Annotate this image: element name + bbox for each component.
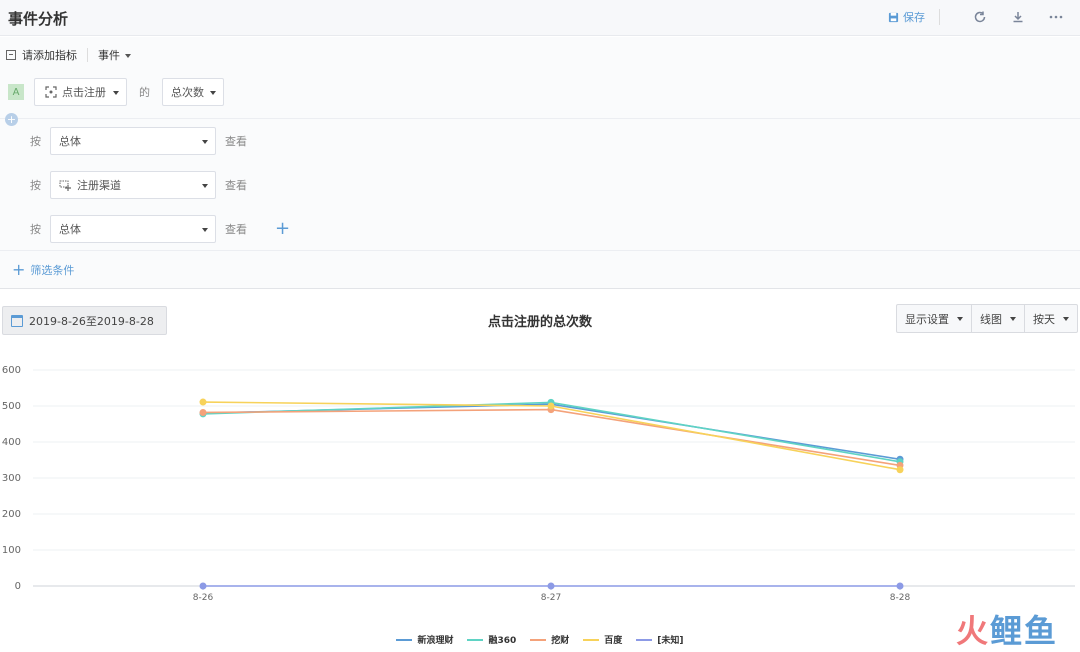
legend-item[interactable]: 融360 bbox=[467, 633, 516, 646]
data-point bbox=[199, 582, 207, 590]
legend-swatch bbox=[396, 638, 413, 641]
group-row-2: 按 注册渠道 查看 bbox=[30, 171, 247, 199]
caret-down-icon bbox=[125, 54, 131, 58]
legend-label: [未知] bbox=[657, 636, 684, 646]
x-tick-label: 8-27 bbox=[541, 593, 561, 603]
group-select-3[interactable]: 总体 bbox=[50, 215, 216, 243]
legend-label: 融360 bbox=[488, 636, 517, 646]
data-point bbox=[547, 582, 555, 590]
group-select-1[interactable]: 总体 bbox=[50, 127, 216, 155]
floppy-icon bbox=[888, 12, 899, 22]
caret-down-icon bbox=[113, 91, 119, 95]
caret-down-icon bbox=[957, 316, 963, 321]
granularity-dropdown[interactable]: 按天 bbox=[1024, 305, 1077, 332]
legend-label: 挖财 bbox=[551, 636, 570, 646]
more-icon[interactable] bbox=[1044, 8, 1068, 26]
chart-type-dropdown[interactable]: 线图 bbox=[971, 305, 1024, 332]
legend-item[interactable]: [未知] bbox=[636, 633, 684, 646]
group-row-1: 按 总体 查看 bbox=[30, 127, 247, 155]
download-icon[interactable] bbox=[1006, 8, 1030, 26]
chart-legend: 新浪理财 融360 挖财 百度 [未知] bbox=[0, 633, 1080, 646]
data-point bbox=[547, 402, 555, 410]
series-line bbox=[202, 408, 901, 467]
data-point bbox=[199, 408, 207, 416]
page-title: 事件分析 bbox=[8, 10, 69, 28]
de-label: 的 bbox=[139, 86, 150, 99]
data-point bbox=[199, 398, 207, 406]
legend-swatch bbox=[636, 638, 653, 641]
legend-label: 新浪理财 bbox=[417, 636, 454, 646]
line-chart: 0 100 200 300 400 500 600 8-26 8-27 8-28 bbox=[2, 365, 1075, 603]
event-icon bbox=[45, 86, 57, 98]
data-point bbox=[896, 582, 904, 590]
collapse-icon[interactable] bbox=[6, 50, 16, 60]
plus-icon: + bbox=[12, 260, 26, 279]
add-group-plus-icon[interactable]: + bbox=[275, 220, 290, 238]
y-tick-label: 0 bbox=[15, 581, 21, 592]
y-tick-label: 600 bbox=[2, 365, 21, 376]
legend-swatch bbox=[583, 638, 600, 641]
legend-label: 百度 bbox=[604, 636, 623, 646]
y-tick-label: 200 bbox=[2, 509, 21, 520]
divider bbox=[87, 48, 88, 62]
caret-down-icon bbox=[1063, 316, 1069, 321]
caret-down-icon bbox=[1010, 316, 1016, 321]
add-metric-plus-icon[interactable]: + bbox=[5, 113, 18, 126]
legend-item[interactable]: 百度 bbox=[583, 633, 622, 646]
metric-type-dropdown[interactable]: 事件 bbox=[98, 47, 131, 63]
legend-item[interactable]: 挖财 bbox=[530, 633, 569, 646]
group-select-2[interactable]: 注册渠道 bbox=[50, 171, 216, 199]
y-tick-label: 500 bbox=[2, 401, 21, 412]
caret-down-icon bbox=[202, 184, 208, 188]
legend-item[interactable]: 新浪理财 bbox=[396, 633, 453, 646]
refresh-icon[interactable] bbox=[968, 8, 992, 26]
caret-down-icon bbox=[202, 228, 208, 232]
y-tick-label: 300 bbox=[2, 473, 21, 484]
add-metric-label[interactable]: 请添加指标 bbox=[22, 47, 77, 63]
caret-down-icon bbox=[202, 140, 208, 144]
y-tick-label: 100 bbox=[2, 545, 21, 556]
save-label: 保存 bbox=[903, 11, 925, 24]
chart-options: 显示设置 线图 按天 bbox=[896, 304, 1078, 333]
legend-swatch bbox=[530, 638, 547, 641]
x-tick-label: 8-26 bbox=[193, 593, 214, 603]
toolbar-actions: 保存 bbox=[888, 8, 1068, 26]
display-settings-dropdown[interactable]: 显示设置 bbox=[897, 305, 971, 332]
data-point bbox=[896, 466, 904, 474]
y-tick-label: 400 bbox=[2, 437, 21, 448]
event-select[interactable]: 点击注册 bbox=[34, 78, 127, 106]
group-row-3: 按 总体 查看 + bbox=[30, 215, 290, 243]
top-bar: 事件分析 保存 bbox=[0, 0, 1080, 36]
watermark-logo: 火鲤鱼 bbox=[955, 612, 1058, 650]
x-tick-label: 8-28 bbox=[890, 593, 911, 603]
metric-badge: A bbox=[8, 84, 24, 100]
property-icon bbox=[59, 180, 71, 191]
caret-down-icon bbox=[210, 91, 216, 95]
filter-section bbox=[0, 251, 1080, 289]
measure-select[interactable]: 总次数 bbox=[162, 78, 224, 106]
metric-header: 请添加指标 事件 bbox=[6, 47, 131, 63]
legend-swatch bbox=[467, 638, 484, 641]
add-filter-button[interactable]: + 筛选条件 bbox=[12, 262, 74, 278]
save-button[interactable]: 保存 bbox=[888, 9, 940, 25]
metric-row: A 点击注册 的 总次数 bbox=[8, 78, 224, 106]
